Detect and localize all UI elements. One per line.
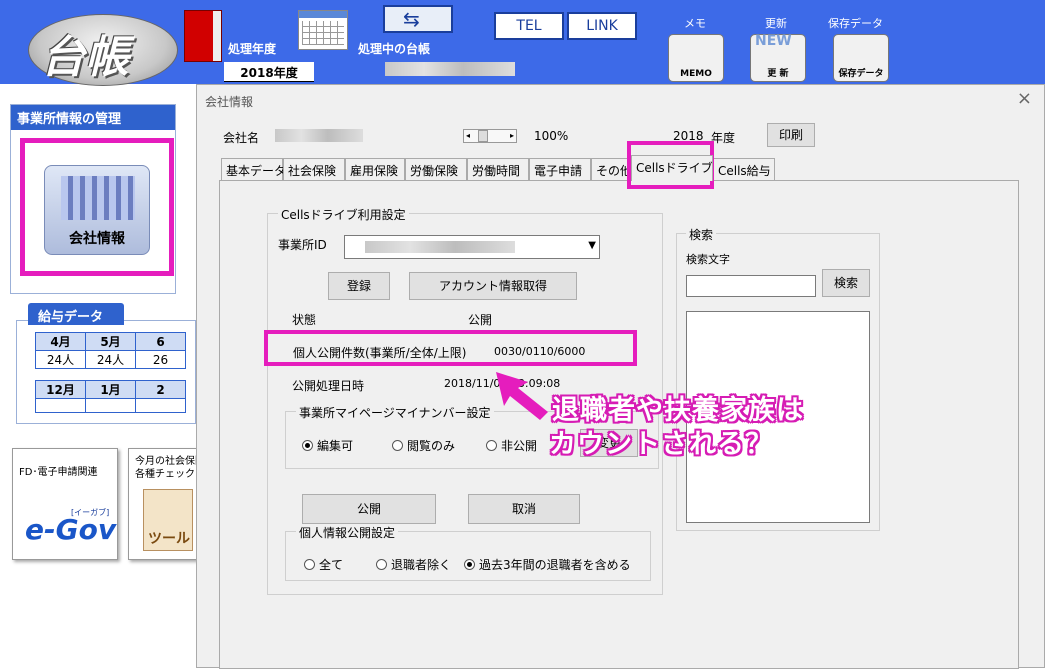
- new-badge: NEW: [755, 33, 792, 49]
- toolbox-icon[interactable]: 保存データ: [833, 34, 889, 82]
- salary-count-cell[interactable]: 26: [135, 350, 186, 369]
- check-label: 今月の社会保険 各種チェック: [135, 456, 205, 480]
- salary-count-cell[interactable]: 24人: [85, 350, 136, 369]
- publish-datetime-label: 公開処理日時: [292, 379, 365, 393]
- radio-edit[interactable]: [302, 440, 313, 451]
- ledger-label: 処理中の台帳: [358, 42, 431, 56]
- tab-9[interactable]: Cells給与: [713, 158, 775, 180]
- office-id-select[interactable]: ▼: [344, 235, 600, 259]
- app-logo[interactable]: 台帳: [28, 14, 178, 86]
- egov-logo: e-Gov: [25, 513, 117, 546]
- status-label: 状態: [292, 313, 317, 327]
- mypage-option-edit[interactable]: 編集可: [302, 437, 353, 454]
- salary-month-cell[interactable]: 4月: [35, 332, 86, 351]
- personal-option-all[interactable]: 全て: [304, 556, 343, 573]
- mypage-group-title: 事業所マイページマイナンバー設定: [296, 404, 494, 421]
- switch-arrows-button[interactable]: [383, 5, 453, 33]
- company-info-button[interactable]: 会社情報: [44, 165, 150, 255]
- building-icon: [61, 176, 135, 220]
- app-logo-text: 台帳: [41, 32, 129, 83]
- status-value: 公開: [468, 313, 493, 327]
- mypage-option-private[interactable]: 非公開: [486, 437, 537, 454]
- search-input[interactable]: [686, 275, 816, 297]
- memo-caption: MEMO: [680, 69, 712, 79]
- cells-drive-group-title: Cellsドライブ利用設定: [278, 206, 409, 223]
- chevron-down-icon: ▼: [588, 240, 596, 251]
- public-count-highlight: [264, 330, 637, 366]
- radio-all[interactable]: [304, 559, 315, 570]
- radio-include-3yrs[interactable]: [464, 559, 475, 570]
- radio-view[interactable]: [392, 440, 403, 451]
- personal-group-title: 個人情報公開設定: [296, 524, 399, 541]
- salary-month-cell[interactable]: 5月: [85, 332, 136, 351]
- company-info-label: 会社情報: [69, 231, 125, 247]
- office-id-redacted: [365, 241, 515, 253]
- save-data-label: 保存データ: [828, 17, 883, 30]
- tel-button[interactable]: TEL: [494, 12, 564, 40]
- annotation-line-1: 退職者や扶養家族は: [552, 395, 804, 426]
- company-name-label: 会社名: [223, 131, 260, 145]
- office-panel-title: 事業所情報の管理: [11, 105, 175, 130]
- zoom-scrollbar[interactable]: ◂ ▸: [463, 129, 517, 143]
- year-value: 2018年度: [224, 62, 314, 82]
- year-label: 処理年度: [228, 42, 277, 56]
- fd-egov-card[interactable]: FD･電子申請関連 [イーガブ] e-Gov: [12, 448, 118, 560]
- update-icon[interactable]: NEW 更 新: [750, 33, 806, 82]
- radio-exclude-retired[interactable]: [376, 559, 387, 570]
- tab-1[interactable]: 基本データ: [221, 158, 286, 180]
- memo-label: メモ: [684, 17, 706, 30]
- publish-button[interactable]: 公開: [302, 494, 436, 524]
- company-name-redacted: [275, 129, 363, 142]
- search-text-label: 検索文字: [686, 253, 730, 266]
- salary-month-cell[interactable]: 2: [135, 380, 186, 399]
- save-data-caption: 保存データ: [838, 69, 884, 79]
- fd-label: FD･電子申請関連: [19, 467, 98, 478]
- annotation-arrow-icon: [496, 372, 548, 420]
- update-caption: 更 新: [767, 69, 789, 79]
- account-info-button[interactable]: アカウント情報取得: [409, 272, 577, 300]
- tab-4[interactable]: 労働保険: [405, 158, 467, 180]
- monthly-check-card[interactable]: 今月の社会保険 各種チェック ツール: [128, 448, 205, 560]
- tool-caption: ツール: [148, 531, 190, 547]
- mypage-option-view[interactable]: 閲覧のみ: [392, 437, 455, 454]
- cancel-button[interactable]: 取消: [468, 494, 580, 524]
- salary-month-cell[interactable]: 6: [135, 332, 186, 351]
- dialog-title: 会社情報: [205, 95, 254, 109]
- link-button[interactable]: LINK: [567, 12, 637, 40]
- annotation-line-2: カウントされる？: [549, 429, 773, 460]
- tab-8[interactable]: Cellsドライブ: [631, 155, 713, 181]
- personal-option-exclude-retired[interactable]: 退職者除く: [376, 556, 451, 573]
- tab-6[interactable]: 電子申請: [529, 158, 591, 180]
- close-icon[interactable]: ×: [1017, 88, 1032, 109]
- update-label: 更新: [765, 17, 787, 30]
- print-button[interactable]: 印刷: [767, 123, 815, 147]
- tab-5[interactable]: 労働時間: [467, 158, 529, 180]
- tab-3[interactable]: 雇用保険: [345, 158, 405, 180]
- calendar-icon[interactable]: [298, 10, 348, 50]
- office-id-label: 事業所ID: [278, 238, 327, 252]
- salary-month-cell[interactable]: 12月: [35, 380, 86, 399]
- salary-data-tab[interactable]: 給与データ: [28, 303, 124, 325]
- red-binder-icon[interactable]: [184, 10, 222, 62]
- salary-table-2: 12月 1月 2: [35, 380, 197, 413]
- memo-icon[interactable]: MEMO: [668, 34, 724, 82]
- zoom-value: 100%: [534, 129, 569, 143]
- salary-count-cell[interactable]: 24人: [35, 350, 86, 369]
- search-button[interactable]: 検索: [822, 269, 870, 297]
- radio-private[interactable]: [486, 440, 497, 451]
- annotation-arrow-shape: [496, 372, 548, 420]
- salary-table-1: 4月 5月 6 24人 24人 26: [35, 332, 197, 369]
- tab-2[interactable]: 社会保険: [283, 158, 345, 180]
- company-info-dialog: 会社情報 × 会社名 ◂ ▸ 100% 2018 年度 印刷 基本データ 社会保険雇…: [196, 84, 1045, 669]
- year-suffix: 年度: [711, 131, 736, 145]
- tool-icon: ツール: [143, 489, 193, 551]
- register-button[interactable]: 登録: [328, 272, 390, 300]
- salary-month-cell[interactable]: 1月: [85, 380, 136, 399]
- personal-option-include-3yrs[interactable]: 過去3年間の退職者を含める: [464, 556, 631, 573]
- search-group-title: 検索: [686, 226, 717, 243]
- ledger-name-redacted: [385, 62, 515, 76]
- tab-7[interactable]: その他: [591, 158, 632, 180]
